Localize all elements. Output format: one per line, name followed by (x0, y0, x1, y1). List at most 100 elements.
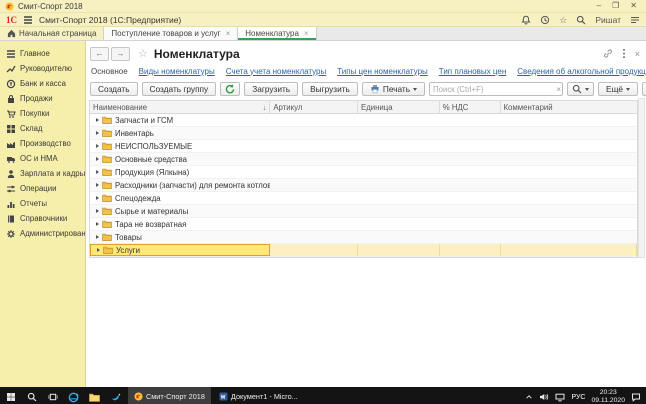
expand-arrow-icon[interactable] (96, 118, 99, 122)
more-dots-icon[interactable] (622, 48, 626, 59)
language-indicator[interactable]: РУС (571, 394, 585, 401)
tab-0[interactable]: Начальная страница (0, 27, 105, 40)
column-header-4[interactable]: Комментарий (501, 101, 637, 113)
print-button[interactable]: Печать (361, 82, 426, 96)
table-row-10[interactable]: Услуги (90, 244, 637, 257)
table-row-6[interactable]: Спецодежда (90, 192, 637, 205)
favorites-star-icon[interactable]: ☆ (559, 15, 567, 25)
expand-arrow-icon[interactable] (96, 170, 99, 174)
expand-arrow-icon[interactable] (96, 183, 99, 187)
column-header-3[interactable]: % НДС (440, 101, 501, 113)
action-center-icon[interactable] (631, 392, 641, 402)
search-options-button[interactable] (567, 82, 595, 96)
name-cell[interactable]: Спецодежда (90, 192, 270, 204)
sidebar-item-11[interactable]: Справочники (0, 211, 85, 226)
clock[interactable]: 20:23 09.11.2020 (591, 389, 625, 404)
nav-link-5[interactable]: Сведения об алкогольной продукции (517, 67, 646, 76)
vertical-scrollbar[interactable] (638, 98, 645, 258)
sidebar-item-2[interactable]: Банк и касса (0, 76, 85, 91)
sidebar-item-7[interactable]: ОС и НМА (0, 151, 85, 166)
favorite-page-star-icon[interactable]: ☆ (138, 47, 148, 60)
sidebar-item-6[interactable]: Производство (0, 136, 85, 151)
clear-search-icon[interactable]: × (556, 85, 561, 94)
column-header-0[interactable]: Наименование ↓ (90, 101, 271, 113)
tab-1[interactable]: Поступление товаров и услуг × (104, 27, 239, 40)
nav-link-1[interactable]: Виды номенклатуры (139, 67, 215, 76)
expand-arrow-icon[interactable] (96, 209, 99, 213)
expand-arrow-icon[interactable] (96, 144, 99, 148)
name-cell[interactable]: НЕИСПОЛЬЗУЕМЫЕ (90, 140, 270, 152)
global-search-icon[interactable] (576, 15, 586, 25)
unload-button[interactable]: Выгрузить (302, 82, 358, 96)
close-button[interactable]: ✕ (630, 0, 637, 12)
create-group-button[interactable]: Создать группу (141, 82, 217, 96)
nav-link-0[interactable]: Основное (91, 67, 128, 76)
back-button[interactable]: ← (90, 46, 109, 61)
forward-button[interactable]: → (111, 46, 130, 61)
column-header-1[interactable]: Артикул (270, 101, 359, 113)
minimize-button[interactable]: – (597, 0, 601, 12)
table-row-7[interactable]: Сырье и материалы (90, 205, 637, 218)
nav-link-4[interactable]: Тип плановых цен (439, 67, 506, 76)
name-cell[interactable]: Услуги (90, 244, 271, 256)
create-button[interactable]: Создать (90, 82, 138, 96)
table-row-4[interactable]: Продукция (Ялкына) (90, 166, 637, 179)
table-row-0[interactable]: Запчасти и ГСМ (90, 114, 637, 127)
close-page-icon[interactable]: × (635, 49, 640, 59)
sidebar-item-3[interactable]: Продажи (0, 91, 85, 106)
sidebar-item-5[interactable]: Склад (0, 121, 85, 136)
sidebar-item-0[interactable]: Главное (0, 46, 85, 61)
table-row-8[interactable]: Тара не возвратная (90, 218, 637, 231)
sidebar-item-10[interactable]: Отчеты (0, 196, 85, 211)
help-button[interactable]: ? (642, 82, 646, 96)
current-user[interactable]: Ришат (595, 15, 621, 25)
taskbar-app-1[interactable]: Документ1 - Micro... (213, 387, 304, 404)
nav-link-3[interactable]: Типы цен номенклатуры (337, 67, 428, 76)
name-cell[interactable]: Запчасти и ГСМ (90, 114, 270, 126)
table-row-9[interactable]: Товары (90, 231, 637, 244)
name-cell[interactable]: Тара не возвратная (90, 218, 270, 230)
service-menu-icon[interactable] (630, 15, 640, 25)
name-cell[interactable]: Основные средства (90, 153, 270, 165)
sidebar-item-4[interactable]: Покупки (0, 106, 85, 121)
table-row-3[interactable]: Основные средства (90, 153, 637, 166)
tab-close-icon[interactable]: × (226, 29, 231, 38)
name-cell[interactable]: Продукция (Ялкына) (90, 166, 270, 178)
expand-arrow-icon[interactable] (97, 248, 100, 252)
speaker-icon[interactable] (539, 392, 549, 402)
start-icon[interactable] (0, 387, 21, 404)
sidebar-item-9[interactable]: Операции (0, 181, 85, 196)
table-row-1[interactable]: Инвентарь (90, 127, 637, 140)
bird-icon[interactable] (105, 387, 126, 404)
notifications-bell-icon[interactable] (521, 15, 531, 25)
expand-arrow-icon[interactable] (96, 131, 99, 135)
tab-close-icon[interactable]: × (304, 29, 309, 38)
search-input[interactable] (429, 82, 564, 96)
sidebar-item-8[interactable]: Зарплата и кадры (0, 166, 85, 181)
ie-icon[interactable] (63, 387, 84, 404)
sidebar-item-1[interactable]: Руководителю (0, 61, 85, 76)
name-cell[interactable]: Товары (90, 231, 270, 243)
expand-arrow-icon[interactable] (96, 222, 99, 226)
explorer-icon[interactable] (84, 387, 105, 404)
link-icon[interactable] (603, 49, 613, 59)
sidebar-item-12[interactable]: Администрирование (0, 226, 85, 241)
tab-2[interactable]: Номенклатура × (238, 27, 317, 40)
taskview-icon[interactable] (42, 387, 63, 404)
name-cell[interactable]: Инвентарь (90, 127, 270, 139)
chevron-up-icon[interactable] (525, 393, 533, 401)
name-cell[interactable]: Сырье и материалы (90, 205, 270, 217)
maximize-button[interactable]: ❐ (612, 0, 619, 12)
name-cell[interactable]: Расходники (запчасти) для ремонта котлов… (90, 179, 270, 191)
main-menu-icon[interactable] (23, 15, 33, 25)
history-icon[interactable] (540, 15, 550, 25)
network-icon[interactable] (555, 392, 565, 402)
expand-arrow-icon[interactable] (96, 235, 99, 239)
nav-link-2[interactable]: Счета учета номенклатуры (226, 67, 327, 76)
taskbar-app-0[interactable]: Смит-Спорт 2018 (128, 387, 211, 404)
refresh-button[interactable] (220, 82, 241, 96)
load-button[interactable]: Загрузить (244, 82, 299, 96)
more-button[interactable]: Ещё (598, 82, 639, 96)
table-row-5[interactable]: Расходники (запчасти) для ремонта котлов… (90, 179, 637, 192)
table-row-2[interactable]: НЕИСПОЛЬЗУЕМЫЕ (90, 140, 637, 153)
